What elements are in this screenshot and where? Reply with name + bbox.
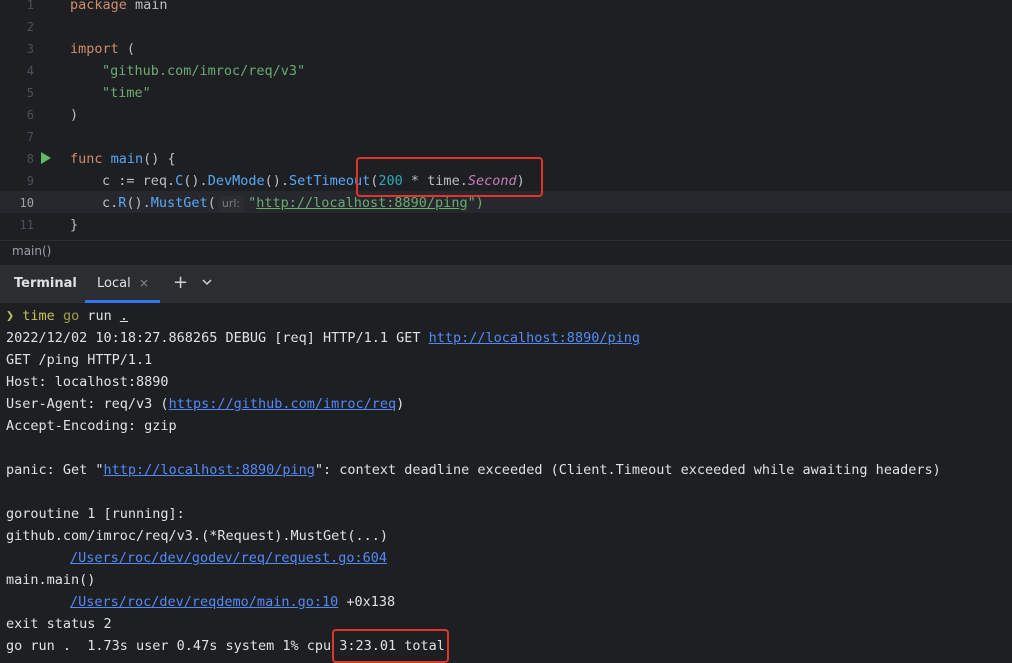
line-number: 4 xyxy=(26,64,34,78)
terminal-output[interactable]: ❯ time go run . 2022/12/02 10:18:27.8682… xyxy=(0,304,1012,663)
chevron-down-icon[interactable] xyxy=(200,275,214,289)
terminal-line: Host: localhost:8890 xyxy=(6,374,169,390)
terminal-line: main.main() xyxy=(6,572,96,588)
code-line-3: import ( xyxy=(70,41,136,57)
url-string-link[interactable]: http://localhost:8890/ping xyxy=(256,195,467,211)
terminal-line: goroutine 1 [running]: xyxy=(6,506,185,522)
line-number: 8 xyxy=(26,152,34,166)
line-gutter: 1 2 3 4 5 6 7 8 9 10 11 xyxy=(0,0,60,240)
code-line-4: "github.com/imroc/req/v3" xyxy=(102,63,306,79)
highlight-box-total-time xyxy=(332,629,449,663)
terminal-link[interactable]: http://localhost:8890/ping xyxy=(104,462,315,478)
tab-local[interactable]: Local × xyxy=(85,265,160,303)
active-tab-indicator xyxy=(85,300,160,303)
line-number: 1 xyxy=(26,0,34,12)
terminal-line: User-Agent: req/v3 (https://github.com/i… xyxy=(6,396,405,412)
terminal-line: /Users/roc/dev/godev/req/request.go:604 xyxy=(70,547,387,569)
code-line-1: package main xyxy=(70,0,168,13)
terminal-line: panic: Get "http://localhost:8890/ping":… xyxy=(6,462,941,478)
line-number: 10 xyxy=(19,196,34,210)
tab-label: Local xyxy=(97,276,131,291)
terminal-line: /Users/roc/dev/reqdemo/main.go:10 +0x138 xyxy=(70,594,396,610)
terminal-toolbar: Terminal Local × + xyxy=(0,265,1012,304)
terminal-line: github.com/imroc/req/v3.(*Request).MustG… xyxy=(6,528,389,544)
line-number: 5 xyxy=(26,86,34,100)
terminal-line: 2022/12/02 10:18:27.868265 DEBUG [req] H… xyxy=(6,330,640,346)
terminal-prompt-line: ❯ time go run . xyxy=(6,308,129,324)
file-link[interactable]: /Users/roc/dev/godev/req/request.go:604 xyxy=(70,550,387,566)
terminal-title: Terminal xyxy=(14,276,77,291)
line-number: 3 xyxy=(26,42,34,56)
terminal-line: Accept-Encoding: gzip xyxy=(6,418,177,434)
code-line-6: ) xyxy=(70,107,79,123)
code-line-11: } xyxy=(70,217,79,233)
parameter-hint: url: xyxy=(217,196,245,212)
run-gutter-icon[interactable] xyxy=(41,152,51,164)
close-icon[interactable]: × xyxy=(139,276,149,290)
line-number: 6 xyxy=(26,108,34,122)
breadcrumb-bar: main() xyxy=(0,240,1012,265)
breadcrumb[interactable]: main() xyxy=(12,244,51,258)
code-line-5: "time" xyxy=(102,85,151,101)
line-number: 2 xyxy=(26,20,34,34)
line-number: 9 xyxy=(26,174,34,188)
highlight-box-timeout xyxy=(356,157,543,197)
terminal-link[interactable]: https://github.com/imroc/req xyxy=(169,396,397,412)
terminal-link[interactable]: http://localhost:8890/ping xyxy=(429,330,640,346)
add-terminal-button[interactable]: + xyxy=(173,272,188,293)
code-line-8: func main() { xyxy=(70,151,176,167)
file-link[interactable]: /Users/roc/dev/reqdemo/main.go:10 xyxy=(70,594,338,610)
line-number: 7 xyxy=(26,130,34,144)
code-editor[interactable]: 1 2 3 4 5 6 7 8 9 10 11 package main imp… xyxy=(0,0,1012,240)
line-number: 11 xyxy=(19,218,34,232)
terminal-line: GET /ping HTTP/1.1 xyxy=(6,352,153,368)
terminal-line: exit status 2 xyxy=(6,616,112,632)
